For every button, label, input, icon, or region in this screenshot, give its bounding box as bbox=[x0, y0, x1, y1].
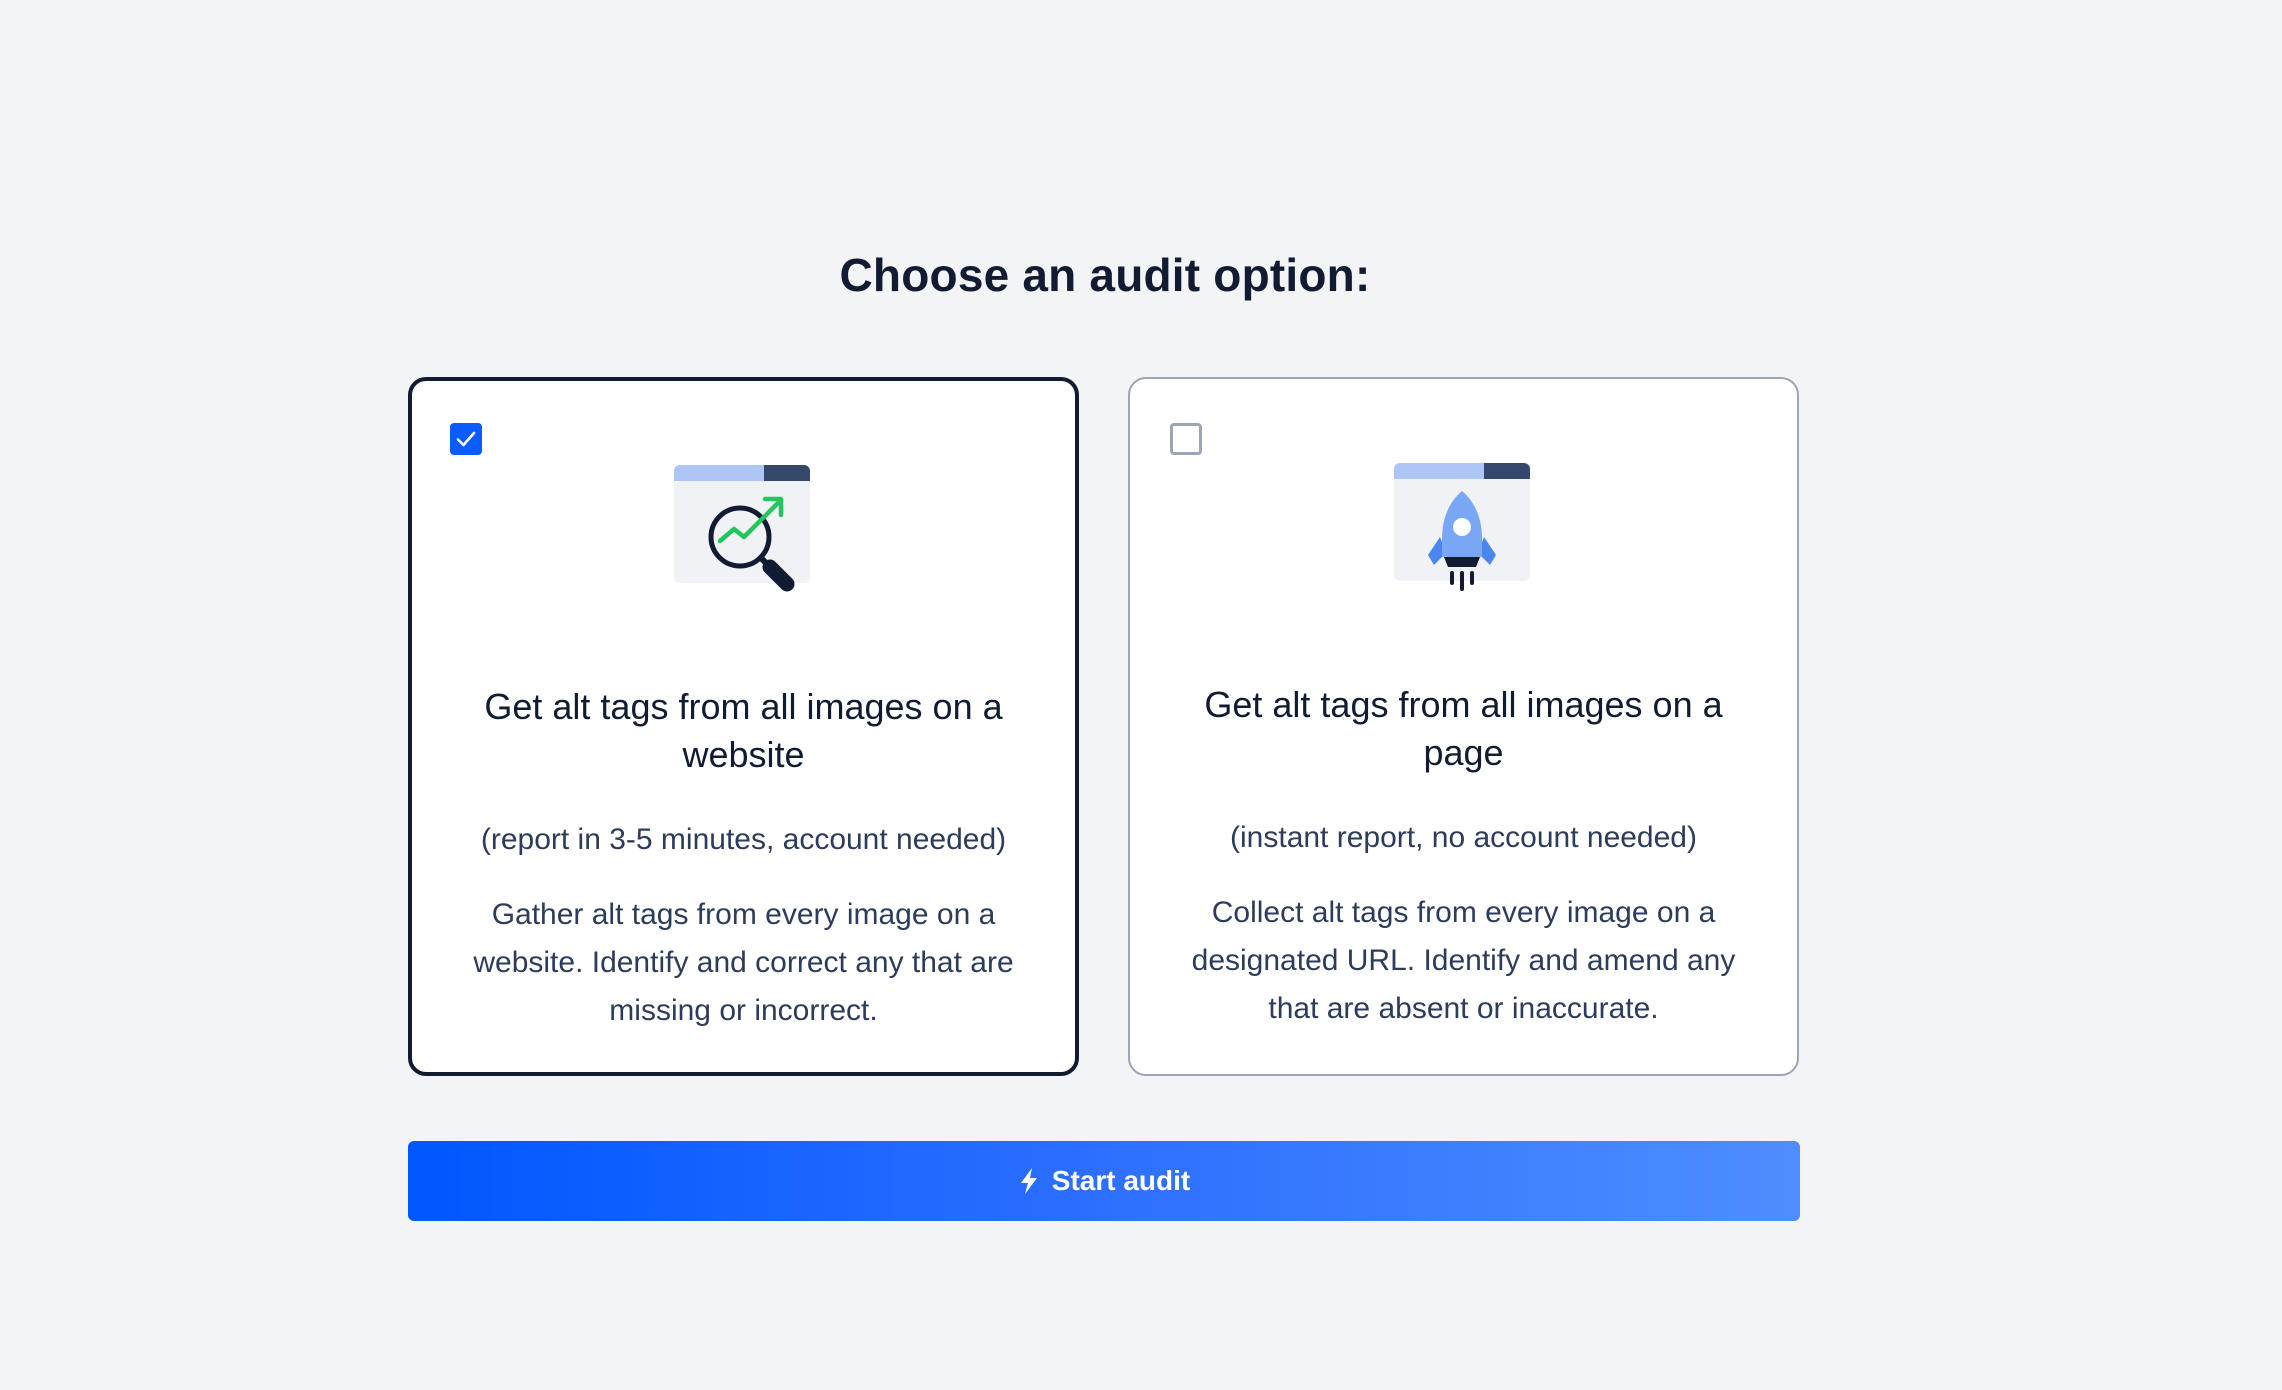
audit-option-description: Gather alt tags from every image on a we… bbox=[473, 898, 1014, 1027]
start-audit-button[interactable]: Start audit bbox=[408, 1141, 1800, 1221]
page-title: Choose an audit option: bbox=[839, 249, 1371, 301]
audit-option-subtitle: (report in 3-5 minutes, account needed) bbox=[480, 823, 1007, 856]
audit-option-page-checkbox[interactable] bbox=[1170, 423, 1202, 455]
audit-option-website-card[interactable]: Get alt tags from all images on a websit… bbox=[408, 377, 1079, 1076]
audit-option-title: Get alt tags from all images on a websit… bbox=[484, 686, 1003, 775]
checkmark-icon bbox=[456, 431, 476, 447]
start-audit-label: Start audit bbox=[1051, 1165, 1191, 1196]
rocket-icon bbox=[1393, 463, 1530, 591]
lightning-bolt-icon bbox=[1020, 1168, 1037, 1194]
audit-option-page-card[interactable]: Get alt tags from all images on a page (… bbox=[1128, 377, 1799, 1076]
audit-option-website-checkbox[interactable] bbox=[450, 423, 482, 455]
magnifier-growth-icon bbox=[673, 465, 810, 592]
audit-option-title: Get alt tags from all images on a page bbox=[1204, 684, 1723, 773]
audit-option-description: Collect alt tags from every image on a d… bbox=[1191, 896, 1736, 1025]
audit-option-subtitle: (instant report, no account needed) bbox=[1230, 821, 1697, 854]
